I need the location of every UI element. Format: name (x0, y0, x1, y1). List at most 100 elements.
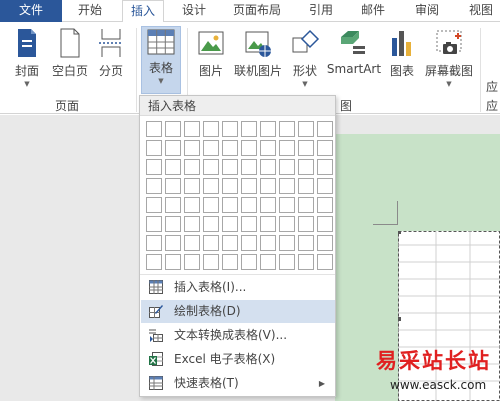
table-grid-cell[interactable] (279, 216, 295, 232)
table-grid-cell[interactable] (184, 216, 200, 232)
table-grid-cell[interactable] (279, 235, 295, 251)
table-grid-cell[interactable] (184, 178, 200, 194)
table-grid-cell[interactable] (203, 254, 219, 270)
table-grid-cell[interactable] (279, 254, 295, 270)
table-grid-cell[interactable] (241, 140, 257, 156)
table-grid-cell[interactable] (241, 178, 257, 194)
picture-button[interactable]: 图片 (194, 28, 228, 79)
table-grid-cell[interactable] (260, 159, 276, 175)
table-grid-cell[interactable] (260, 178, 276, 194)
table-grid-cell[interactable] (298, 140, 314, 156)
table-grid-cell[interactable] (203, 140, 219, 156)
table-grid-cell[interactable] (260, 140, 276, 156)
menu-item-text-to-table[interactable]: 文本转换成表格(V)... (141, 324, 335, 347)
table-grid-cell[interactable] (222, 197, 238, 213)
table-grid-cell[interactable] (298, 216, 314, 232)
table-grid-cell[interactable] (279, 197, 295, 213)
table-grid-cell[interactable] (146, 235, 162, 251)
tab-insert[interactable]: 插入 (122, 0, 164, 23)
table-grid-cell[interactable] (184, 254, 200, 270)
table-grid-cell[interactable] (260, 235, 276, 251)
table-grid-cell[interactable] (222, 140, 238, 156)
table-grid-cell[interactable] (279, 121, 295, 137)
table-grid-cell[interactable] (203, 121, 219, 137)
tab-page-layout[interactable]: 页面布局 (226, 0, 288, 22)
page-break-button[interactable]: 分页 (94, 28, 128, 79)
table-grid-cell[interactable] (317, 216, 333, 232)
blank-page-button[interactable]: 空白页 (50, 28, 90, 79)
tab-design[interactable]: 设计 (170, 0, 218, 22)
online-picture-button[interactable]: 联机图片 (231, 28, 285, 79)
table-grid-cell[interactable] (146, 197, 162, 213)
shapes-button[interactable]: 形状 ▼ (288, 28, 322, 88)
table-grid-cell[interactable] (298, 254, 314, 270)
table-grid-cell[interactable] (184, 121, 200, 137)
tab-view[interactable]: 视图 (460, 0, 500, 22)
table-grid-cell[interactable] (203, 235, 219, 251)
menu-item-insert-table[interactable]: 插入表格(I)... (141, 276, 335, 299)
table-grid-cell[interactable] (298, 235, 314, 251)
table-grid-cell[interactable] (241, 216, 257, 232)
table-grid-cell[interactable] (241, 254, 257, 270)
table-grid-cell[interactable] (260, 216, 276, 232)
tab-file[interactable]: 文件 (0, 0, 62, 22)
table-grid-cell[interactable] (222, 121, 238, 137)
table-grid-cell[interactable] (146, 140, 162, 156)
table-grid-cell[interactable] (222, 159, 238, 175)
table-grid-cell[interactable] (165, 216, 181, 232)
table-grid-cell[interactable] (241, 197, 257, 213)
table-grid-cell[interactable] (298, 197, 314, 213)
table-grid-cell[interactable] (203, 159, 219, 175)
table-grid-cell[interactable] (184, 140, 200, 156)
table-grid-cell[interactable] (165, 159, 181, 175)
menu-item-quick-tables[interactable]: 快速表格(T) ▶ (141, 372, 335, 395)
table-grid-cell[interactable] (298, 121, 314, 137)
table-grid-cell[interactable] (222, 216, 238, 232)
table-button[interactable]: 表格 ▼ (141, 26, 181, 94)
table-grid-cell[interactable] (317, 121, 333, 137)
table-grid-cell[interactable] (241, 121, 257, 137)
table-size-grid[interactable] (146, 121, 333, 270)
table-grid-cell[interactable] (317, 254, 333, 270)
menu-item-draw-table[interactable]: 绘制表格(D) (141, 300, 335, 323)
table-grid-cell[interactable] (260, 254, 276, 270)
table-grid-cell[interactable] (184, 235, 200, 251)
table-grid-cell[interactable] (317, 178, 333, 194)
table-grid-cell[interactable] (203, 197, 219, 213)
table-grid-cell[interactable] (165, 178, 181, 194)
table-grid-cell[interactable] (165, 121, 181, 137)
smartart-button[interactable]: SmartArt (326, 28, 382, 76)
table-grid-cell[interactable] (241, 159, 257, 175)
table-grid-cell[interactable] (165, 254, 181, 270)
table-grid-cell[interactable] (241, 235, 257, 251)
table-grid-cell[interactable] (260, 121, 276, 137)
table-grid-cell[interactable] (146, 216, 162, 232)
table-grid-cell[interactable] (298, 178, 314, 194)
table-grid-cell[interactable] (222, 178, 238, 194)
table-grid-cell[interactable] (165, 197, 181, 213)
tab-references[interactable]: 引用 (300, 0, 342, 22)
table-grid-cell[interactable] (279, 178, 295, 194)
table-grid-cell[interactable] (222, 235, 238, 251)
cover-page-button[interactable]: 封面 ▼ (10, 28, 44, 88)
screenshot-button[interactable]: 屏幕截图 ▼ (422, 28, 476, 88)
table-grid-cell[interactable] (184, 159, 200, 175)
table-grid-cell[interactable] (203, 178, 219, 194)
table-grid-cell[interactable] (146, 121, 162, 137)
table-grid-cell[interactable] (222, 254, 238, 270)
table-grid-cell[interactable] (279, 159, 295, 175)
table-grid-cell[interactable] (165, 140, 181, 156)
table-grid-cell[interactable] (203, 216, 219, 232)
table-grid-cell[interactable] (317, 197, 333, 213)
table-grid-cell[interactable] (279, 140, 295, 156)
table-grid-cell[interactable] (298, 159, 314, 175)
tab-review[interactable]: 审阅 (406, 0, 448, 22)
table-grid-cell[interactable] (260, 197, 276, 213)
table-grid-cell[interactable] (317, 140, 333, 156)
table-grid-cell[interactable] (146, 159, 162, 175)
menu-item-excel-spreadsheet[interactable]: Excel 电子表格(X) (141, 348, 335, 371)
table-grid-cell[interactable] (317, 235, 333, 251)
tab-home[interactable]: 开始 (62, 0, 118, 22)
table-grid-cell[interactable] (146, 178, 162, 194)
table-grid-cell[interactable] (317, 159, 333, 175)
